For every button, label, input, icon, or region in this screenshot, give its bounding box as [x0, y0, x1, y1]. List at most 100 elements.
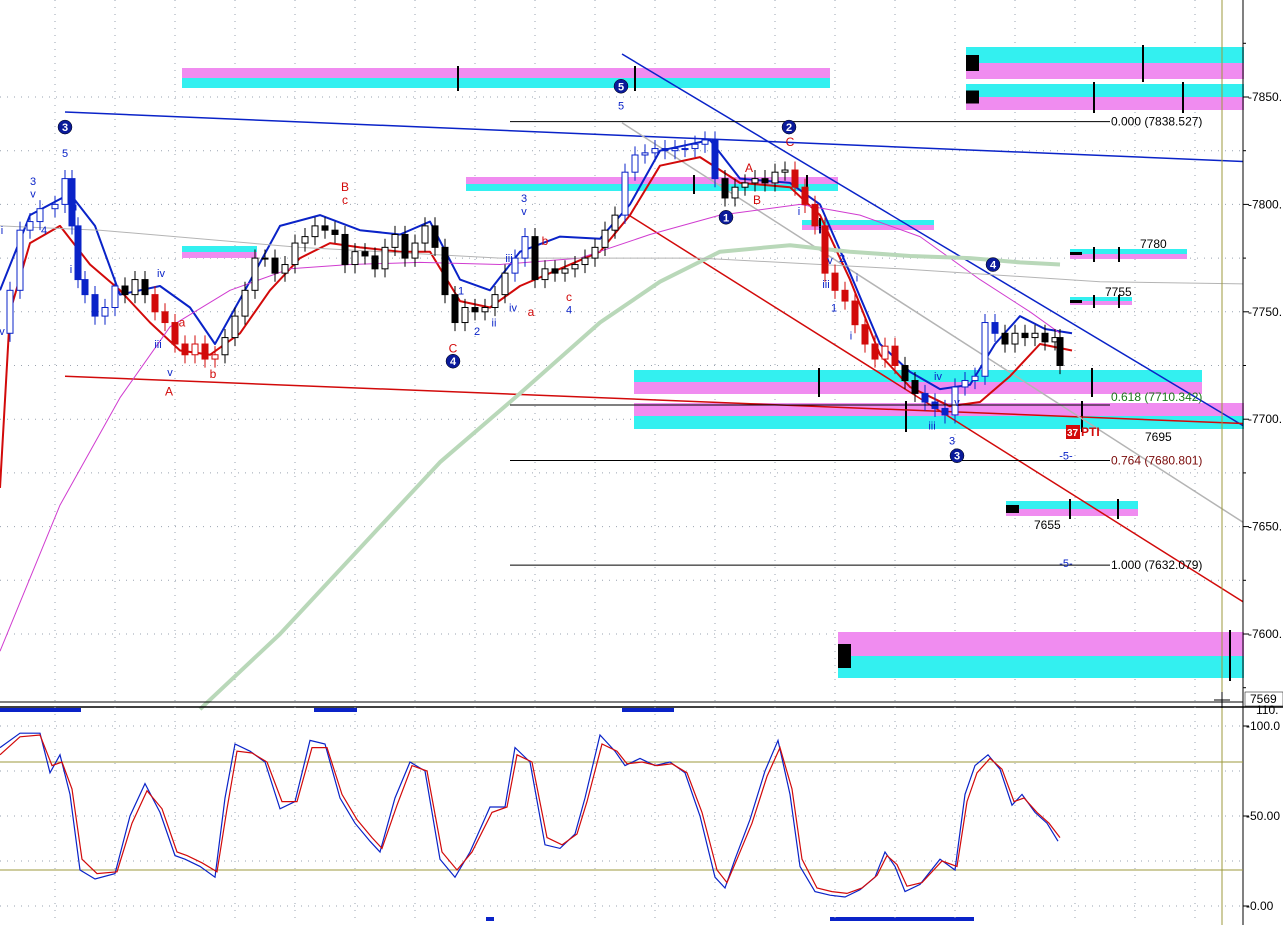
candle-body	[91, 294, 99, 317]
candle-body	[381, 246, 389, 270]
candle-body	[771, 171, 779, 184]
candle-body	[351, 251, 359, 266]
candle-body	[121, 285, 129, 296]
pti-label: PTI	[1081, 425, 1100, 439]
wave-label: 4	[41, 225, 47, 237]
candle-body	[571, 264, 579, 270]
zone-band	[966, 97, 1244, 110]
candle-body	[671, 148, 679, 152]
wave-label: iii	[154, 339, 161, 351]
wave-circle-label: 4	[990, 260, 997, 272]
wave-label: i	[856, 272, 858, 284]
fib-label: 0.618 (7710.342)	[1111, 390, 1202, 404]
wave-label: 3	[30, 176, 36, 188]
candle-body	[131, 279, 139, 296]
y-tick-label: -7700.	[1248, 412, 1282, 426]
candle-body	[16, 229, 24, 291]
wave-label: i	[819, 225, 821, 237]
zone-marker	[1006, 505, 1019, 513]
candle-body	[171, 322, 179, 345]
wave-label: v	[827, 255, 833, 267]
candle-body	[411, 242, 419, 259]
wave-label: -5-	[1059, 451, 1073, 463]
y-tick-label: -7850.	[1248, 90, 1282, 104]
wave-circle-label: 5	[618, 81, 624, 93]
candle-body	[261, 257, 269, 260]
candle-body	[1041, 332, 1049, 343]
wave-label: ii	[492, 318, 497, 330]
candle-body	[861, 324, 869, 345]
wave-label: 5	[618, 101, 624, 113]
candle-body	[511, 257, 519, 274]
wave-label: v	[167, 367, 173, 379]
candle-body	[461, 307, 469, 324]
candle-body	[751, 178, 759, 184]
wave-circle-label: 3	[62, 122, 68, 134]
candle-body	[231, 315, 239, 339]
candle-body	[361, 251, 369, 257]
wave-label: 4	[566, 305, 572, 317]
candle-body	[721, 178, 729, 199]
chart-window: 0.000 (7838.527) 0.618 (7710.342) 0.764 (7…	[0, 0, 1283, 925]
wave-circle-label: 3	[954, 451, 960, 463]
candle-body	[1001, 332, 1009, 345]
zone-band	[634, 416, 1244, 429]
zone-marker	[966, 55, 979, 71]
candle-body	[711, 139, 719, 180]
candle-body	[551, 268, 559, 274]
marker-bar	[0, 708, 81, 712]
candle-body	[26, 221, 34, 231]
price-label: 7695	[1145, 430, 1172, 444]
candle-body	[151, 294, 159, 313]
candle-body	[941, 407, 949, 416]
wave-label: -5-	[1059, 558, 1073, 570]
fib-label: 1.000 (7632.079)	[1111, 558, 1202, 572]
candle-body	[581, 257, 589, 266]
wave-label: iii	[822, 279, 829, 291]
wave-label: i	[1, 225, 3, 237]
candle-body	[851, 300, 859, 326]
candle-body	[891, 345, 899, 366]
wave-label: 3	[521, 193, 527, 205]
zone-band	[182, 246, 257, 252]
wave-label: a	[528, 305, 535, 319]
candle-body	[1031, 332, 1039, 339]
wave-label: iv	[157, 268, 165, 280]
zone-marker	[1070, 252, 1082, 255]
candle-body	[201, 343, 209, 360]
candle-body	[6, 289, 14, 334]
fib-label: 0.764 (7680.801)	[1111, 453, 1202, 467]
wave-label: v	[954, 397, 960, 409]
candle-body	[591, 246, 599, 259]
candle-body	[641, 152, 649, 156]
candle-body	[681, 148, 689, 151]
y-tick-label: -7750.	[1248, 305, 1282, 319]
wave-circle-label: 2	[786, 122, 792, 134]
candle-body	[481, 307, 489, 313]
wave-label: 2	[839, 253, 845, 265]
wave-label: 1	[458, 285, 464, 297]
wave-label: 5	[62, 148, 68, 160]
wave-label: i	[70, 264, 72, 276]
candle-body	[51, 203, 59, 210]
candle-body	[61, 178, 69, 205]
candle-body	[321, 225, 329, 231]
zone-marker	[1070, 300, 1082, 303]
wave-label: 1	[831, 303, 837, 315]
wave-label: B	[753, 193, 761, 207]
wave-circle-label: 4	[450, 356, 457, 368]
wave-label: c	[566, 290, 572, 304]
pti-number: 37	[1067, 428, 1079, 439]
marker-bar	[622, 708, 674, 712]
candle-body	[101, 307, 109, 317]
zone-band	[966, 47, 1244, 63]
wave-label: a	[179, 316, 186, 330]
zone-band	[182, 68, 830, 78]
candle-body	[1056, 337, 1064, 366]
candle-body	[241, 289, 249, 317]
candle-body	[661, 148, 669, 152]
wave-label: 3	[949, 436, 955, 448]
candle-body	[631, 154, 639, 173]
candle-body	[911, 380, 919, 394]
candle-body	[221, 337, 229, 356]
